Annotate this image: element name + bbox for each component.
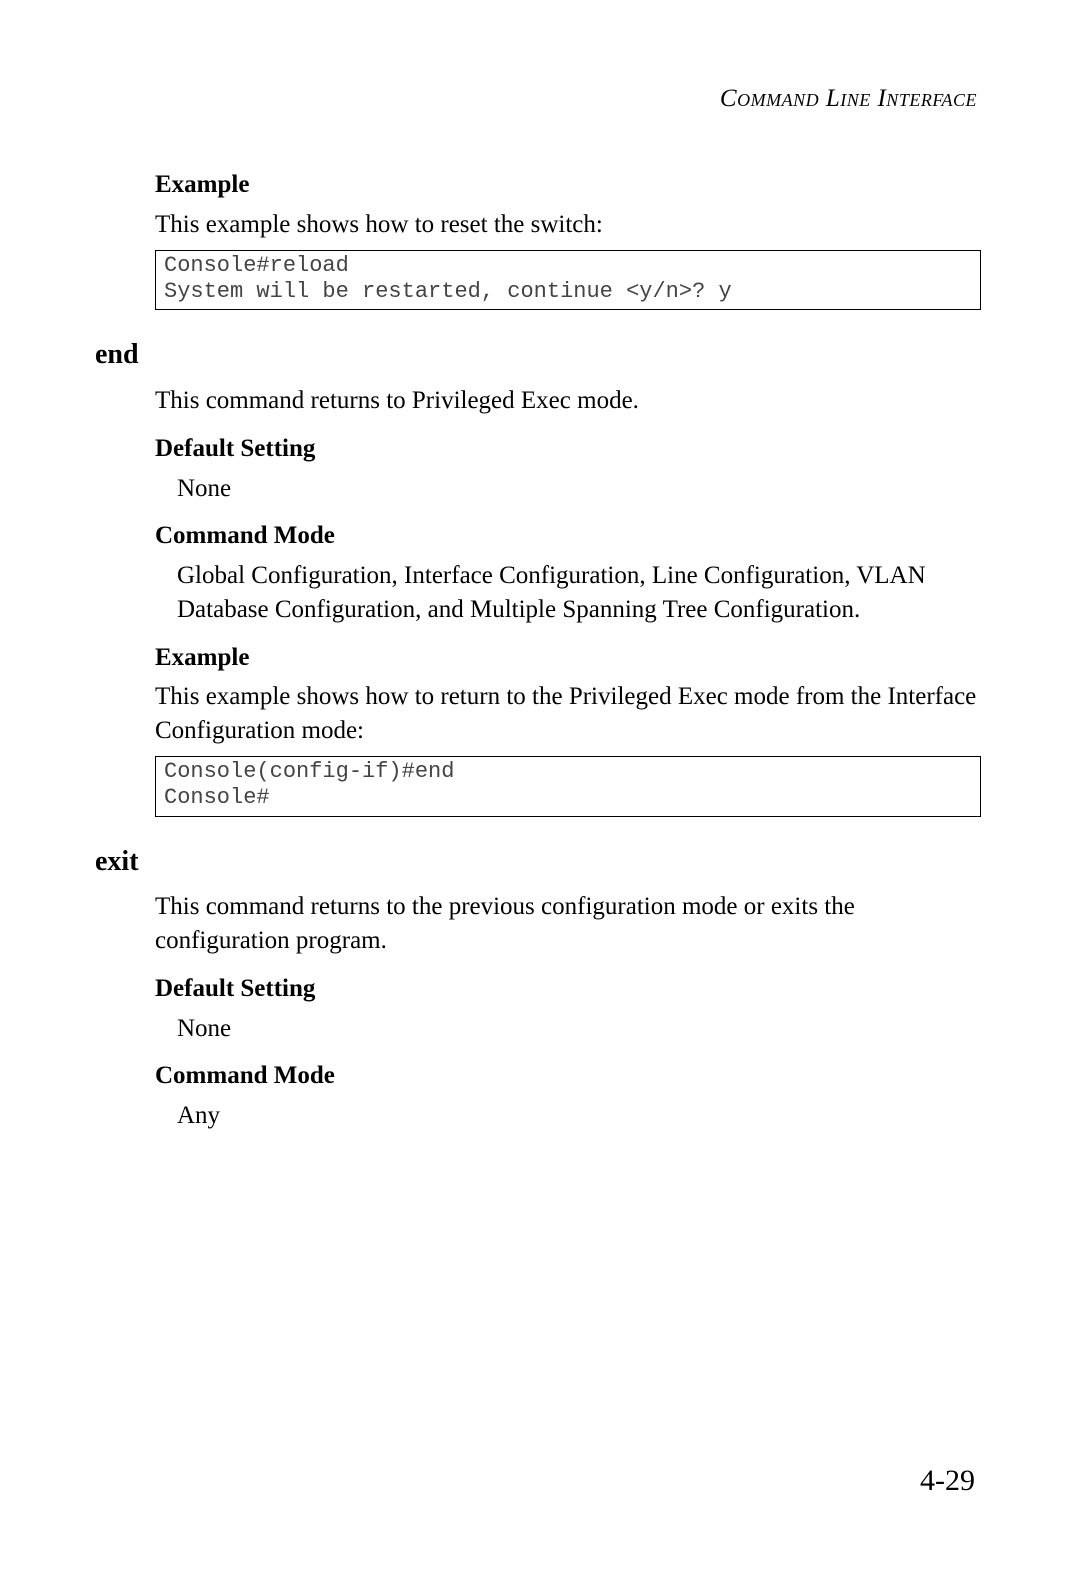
- body-area: Example This example shows how to reset …: [155, 168, 985, 1133]
- command-heading-exit: exit: [95, 843, 985, 881]
- page: Command Line Interface Example This exam…: [0, 0, 1080, 1570]
- exit-default-setting-label: Default Setting: [155, 972, 985, 1006]
- exit-description: This command returns to the previous con…: [155, 890, 985, 958]
- exit-command-mode-label: Command Mode: [155, 1059, 985, 1093]
- end-default-setting-label: Default Setting: [155, 432, 985, 466]
- exit-command-mode-value: Any: [177, 1099, 985, 1133]
- exit-default-setting-value: None: [177, 1012, 985, 1046]
- example-intro-1: This example shows how to reset the swit…: [155, 208, 985, 242]
- end-command-mode-label: Command Mode: [155, 519, 985, 553]
- code-example-end: Console(config-if)#end Console#: [155, 756, 981, 817]
- command-heading-end: end: [95, 336, 985, 374]
- code-example-reload: Console#reload System will be restarted,…: [155, 250, 981, 311]
- end-example-label: Example: [155, 641, 985, 675]
- end-description: This command returns to Privileged Exec …: [155, 384, 985, 418]
- end-default-setting-value: None: [177, 472, 985, 506]
- page-number: 4-29: [920, 1464, 975, 1498]
- running-head: Command Line Interface: [95, 85, 985, 113]
- end-example-intro: This example shows how to return to the …: [155, 680, 985, 748]
- example-heading-1: Example: [155, 168, 985, 202]
- end-command-mode-value: Global Configuration, Interface Configur…: [177, 559, 985, 627]
